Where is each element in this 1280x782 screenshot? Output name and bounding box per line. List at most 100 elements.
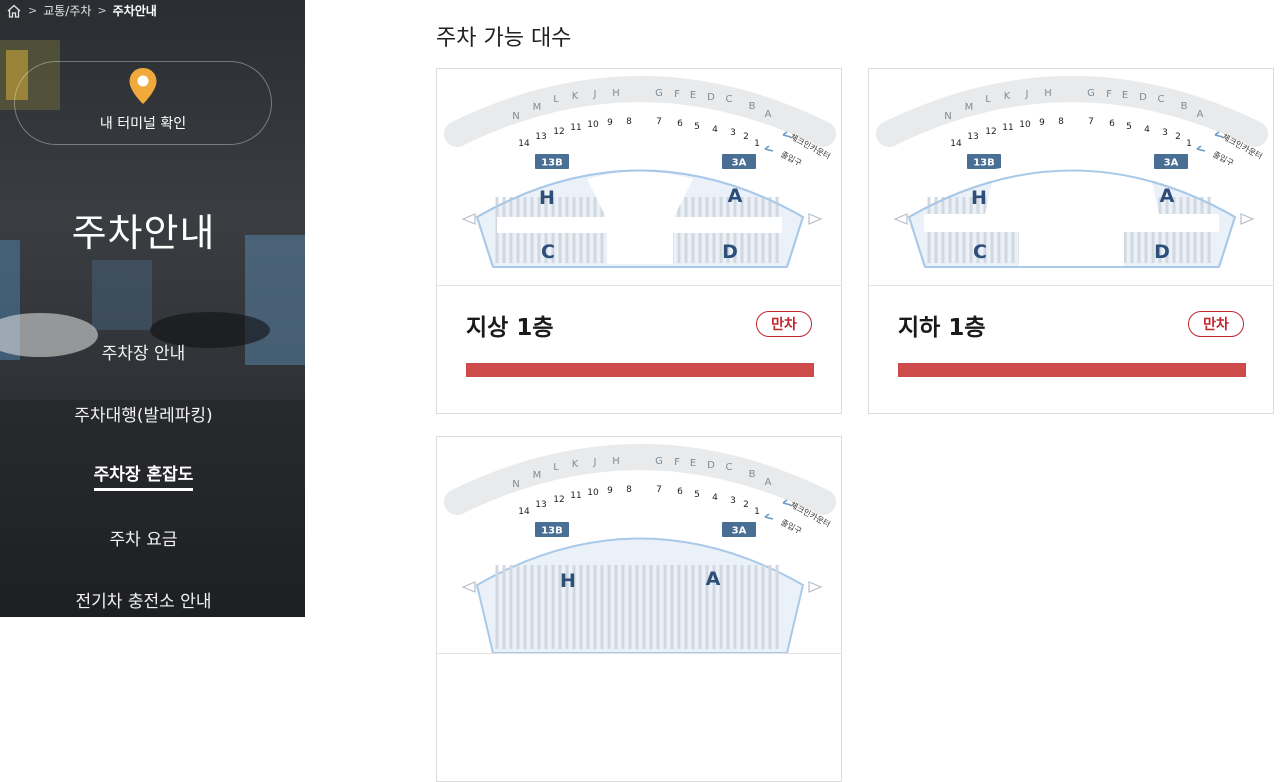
counter-letter-label: C <box>1158 94 1165 105</box>
gate-number-label: 3 <box>730 128 736 138</box>
counter-letter-label: B <box>749 101 756 112</box>
zone-label-d: D <box>722 241 738 263</box>
status-badge: 만차 <box>756 311 812 337</box>
counter-letter-label: J <box>1025 89 1029 100</box>
counter-letter-label: E <box>690 90 696 101</box>
parking-stalls <box>495 565 779 649</box>
sidebar-nav: 주차장 안내 주차대행(발레파킹) 주차장 혼잡도 주차 요금 전기차 충전소 … <box>0 320 287 617</box>
counter-letter-label: D <box>1139 92 1147 103</box>
gate-number-label: 1 <box>754 507 760 517</box>
counter-letter-label: B <box>749 469 756 480</box>
gate-number-label: 9 <box>607 486 613 496</box>
counter-letter-label: D <box>707 92 715 103</box>
breadcrumb: > 교통/주차 > 주차안내 <box>6 2 157 19</box>
gate-number-label: 13 <box>535 500 546 510</box>
counter-letter-label: J <box>593 457 597 468</box>
zone-label-h: H <box>971 187 987 209</box>
counter-letter-label: M <box>965 102 974 113</box>
gate-number-label: 14 <box>950 139 962 149</box>
gate-number-label: 10 <box>1019 120 1031 130</box>
gate-number-label: 10 <box>587 488 599 498</box>
gate-number-label: 4 <box>712 125 718 135</box>
floor-card-third: N M L K J H G F E D C B A 14 13 12 11 10 9 8 7 6 5 4 3 2 1 13B 3A 체크인… <box>436 436 842 782</box>
occupancy-bar-fill <box>898 363 1246 377</box>
nav-label: 주차대행(발레파킹) <box>74 405 213 426</box>
counter-letter-label: G <box>655 88 663 99</box>
gate-number-label: 5 <box>1126 122 1132 132</box>
gate-tag-label: 13B <box>973 158 995 169</box>
exit-arrow-icon <box>808 213 823 225</box>
counter-letter-label: F <box>674 457 680 468</box>
nav-parking-congestion[interactable]: 주차장 혼잡도 <box>0 444 287 506</box>
exit-arrow-icon <box>808 581 823 593</box>
gate-number-label: 10 <box>587 120 599 130</box>
gate-number-label: 9 <box>607 118 613 128</box>
zone-label-c: C <box>973 241 987 263</box>
counter-letter-label: N <box>512 479 519 490</box>
nav-label: 주차장 안내 <box>101 343 186 364</box>
counter-letter-label: A <box>765 109 772 120</box>
breadcrumb-separator: > <box>97 4 107 17</box>
gate-number-label: 12 <box>553 495 564 505</box>
nav-parking-lot-guide[interactable]: 주차장 안내 <box>0 320 287 382</box>
counter-letter-label: A <box>765 477 772 488</box>
counter-letter-label: H <box>1044 88 1052 99</box>
counter-letter-label: K <box>572 459 579 470</box>
nav-label: 전기차 충전소 안내 <box>75 591 212 612</box>
counter-letter-label: E <box>690 458 696 469</box>
counter-letter-label: G <box>655 456 663 467</box>
occupancy-bar <box>898 363 1246 377</box>
counter-letter-label: H <box>612 88 620 99</box>
nav-ev-charging[interactable]: 전기차 충전소 안내 <box>0 568 287 617</box>
floor-card-ground-1: N M L K J H G F E D C B A 14 13 12 11 10 9 8 7 6 5 4 3 2 1 13B 3A 체크인… <box>436 68 842 414</box>
gate-number-label: 2 <box>743 132 749 142</box>
inner-courtyard <box>985 161 1159 214</box>
my-terminal-label: 내 터미널 확인 <box>99 116 187 132</box>
gate-number-label: 13 <box>535 132 546 142</box>
nav-valet-parking[interactable]: 주차대행(발레파킹) <box>0 382 287 444</box>
gate-number-label: 5 <box>694 122 700 132</box>
gate-number-label: 9 <box>1039 118 1045 128</box>
terminal-map-svg: NML K J H G F E D CBA1413 12 11 10 9 8 7 6 5 4 3 2113B 3A체크인… <box>444 76 836 268</box>
sidebar: > 교통/주차 > 주차안내 내 터미널 확인 주차안내 주차장 안내 주차대행… <box>0 0 305 617</box>
terminal-map-svg: NML K J H G F E D CBA1413 12 11 10 9 8 7 6 5 4 3 2113B 3A체크인… <box>876 76 1268 268</box>
gate-tag-label: 3A <box>732 158 747 169</box>
my-terminal-button[interactable]: 내 터미널 확인 <box>14 61 272 145</box>
gate-tag-label: 13B <box>541 526 563 537</box>
nav-label: 주차 요금 <box>109 529 178 550</box>
zone-label-a: A <box>706 568 721 590</box>
counter-letter-label: M <box>533 470 542 481</box>
page-title: 주차 가능 대수 <box>436 26 572 51</box>
gate-number-label: 6 <box>1109 119 1115 129</box>
gate-number-label: 4 <box>712 493 718 503</box>
gate-number-label: 6 <box>677 119 683 129</box>
counter-letter-label: M <box>533 102 542 113</box>
gate-number-label: 3 <box>730 496 736 506</box>
gate-number-label: 8 <box>626 117 632 127</box>
exit-arrow-icon <box>461 581 476 593</box>
breadcrumb-transport-parking[interactable]: 교통/주차 <box>43 2 91 19</box>
sidebar-title: 주차안내 <box>71 211 216 255</box>
nav-parking-fee[interactable]: 주차 요금 <box>0 506 287 568</box>
gate-number-label: 3 <box>1162 128 1168 138</box>
inner-road <box>497 217 782 233</box>
inner-road <box>924 214 1219 232</box>
counter-letter-label: C <box>726 462 733 473</box>
exit-arrow-icon <box>1240 213 1255 225</box>
gate-number-label: 13 <box>967 132 978 142</box>
gate-number-label: 4 <box>1144 125 1150 135</box>
gate-number-label: 11 <box>1002 123 1013 133</box>
breadcrumb-parking-info: 주차안내 <box>112 4 157 18</box>
zone-label-d: D <box>1154 241 1170 263</box>
gate-number-label: 8 <box>1058 117 1064 127</box>
terminal-map: N M L K J H G F E D C B A 14 13 12 11 10 9 8 7 6 5 4 3 2 1 13B 3A 체크인… <box>869 69 1273 286</box>
counter-letter-label: K <box>572 91 579 102</box>
home-icon[interactable] <box>6 3 22 19</box>
terminal-map: N M L K J H G F E D C B A 14 13 12 11 10 9 8 7 6 5 4 3 2 1 13B 3A 체크인… <box>437 437 841 654</box>
occupancy-bar <box>466 363 814 377</box>
gate-number-label: 14 <box>518 507 530 517</box>
floor-name: 지하 1층 <box>898 315 986 341</box>
counter-letter-label: J <box>593 89 597 100</box>
gate-number-label: 7 <box>656 117 662 127</box>
gate-number-label: 1 <box>1186 139 1192 149</box>
